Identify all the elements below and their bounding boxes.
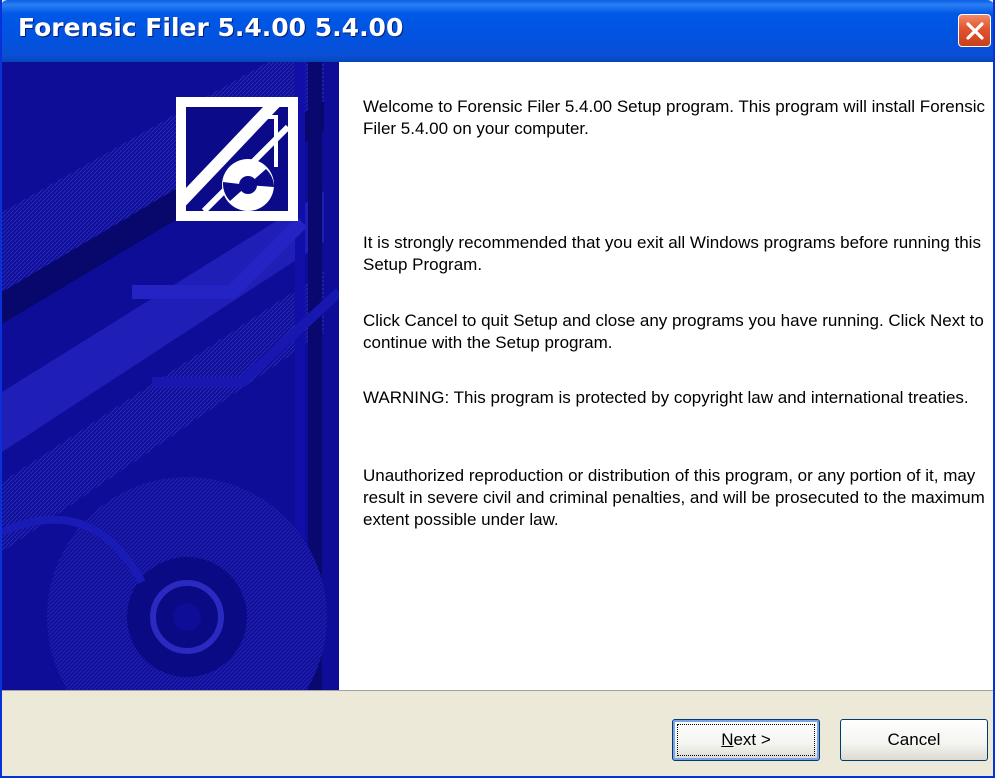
- setup-logo: [176, 97, 298, 221]
- next-button[interactable]: Next >: [672, 719, 820, 761]
- setup-window: Forensic Filer 5.4.00 5.4.00 Welcome to …: [0, 0, 995, 778]
- button-bar: Next > Cancel: [2, 690, 993, 776]
- cancel-button[interactable]: Cancel: [840, 719, 988, 761]
- legal-paragraph: Unauthorized reproduction or distributio…: [363, 466, 985, 529]
- welcome-content: Welcome to Forensic Filer 5.4.00 Setup p…: [339, 62, 993, 690]
- title-bar[interactable]: Forensic Filer 5.4.00 5.4.00: [2, 0, 993, 62]
- window-title: Forensic Filer 5.4.00 5.4.00: [18, 13, 404, 42]
- focus-ring: [677, 724, 815, 756]
- recommendation-paragraph: It is strongly recommended that you exit…: [363, 233, 981, 274]
- welcome-paragraph: Welcome to Forensic Filer 5.4.00 Setup p…: [363, 97, 985, 138]
- instructions-paragraph: Click Cancel to quit Setup and close any…: [363, 311, 984, 352]
- close-icon: [966, 22, 984, 40]
- disc-logo-icon: [186, 107, 288, 211]
- setup-banner-image: [2, 62, 339, 690]
- close-button[interactable]: [958, 14, 991, 47]
- warning-paragraph: WARNING: This program is protected by co…: [363, 388, 969, 407]
